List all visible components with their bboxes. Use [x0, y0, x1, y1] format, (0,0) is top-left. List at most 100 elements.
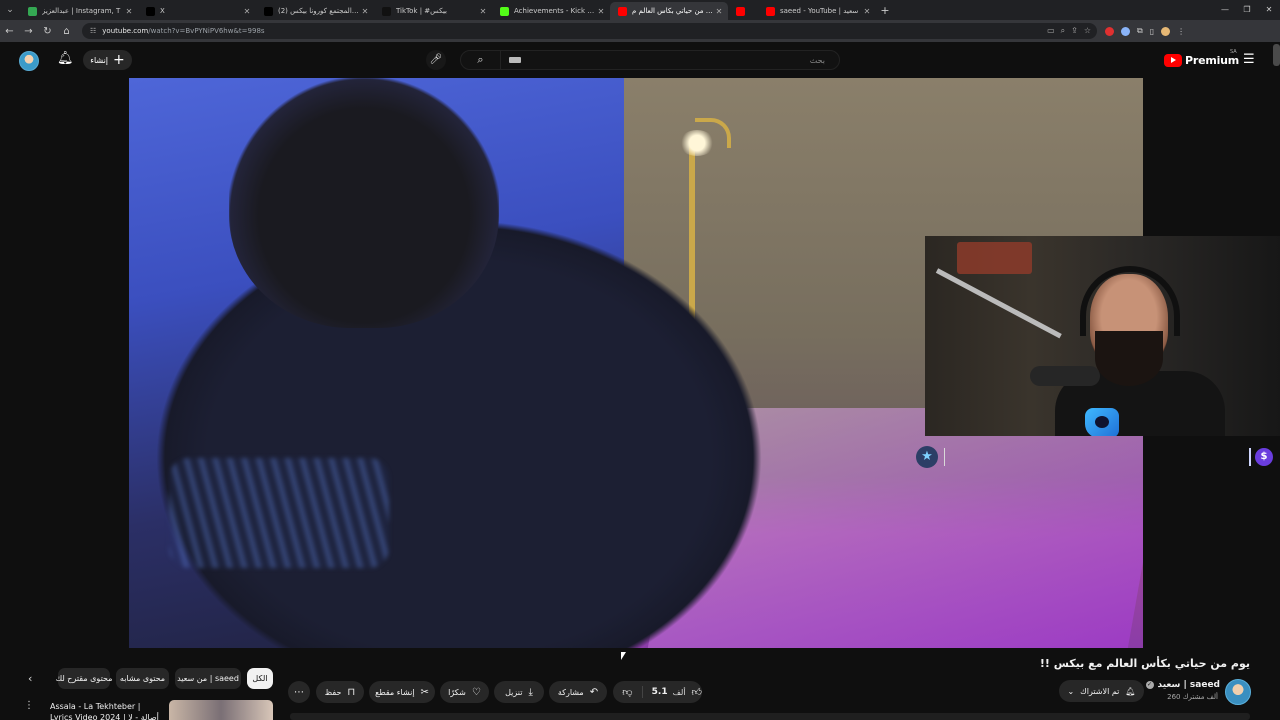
like-count-unit: ألف — [672, 687, 686, 697]
reload-icon[interactable]: ↻ — [38, 26, 57, 37]
create-button[interactable]: إنشاء + — [83, 50, 132, 70]
browser-tab[interactable] — [728, 2, 758, 20]
browser-tab-strip: ⌄ عبدالعزيز | Instagram, T ✕ X ✕ (2) المجتمع… — [0, 0, 1280, 20]
chip-similar[interactable]: محتوى مشابه — [116, 668, 169, 689]
subscribed-button[interactable]: ⌄ تم الاشتراك 🔔︎ — [1059, 680, 1144, 702]
profile-icon[interactable] — [1161, 26, 1171, 36]
minimize-icon[interactable]: — — [1214, 0, 1236, 20]
mouse-cursor-icon — [621, 652, 626, 660]
extensions-area: ⧉ ▯ ⋮ — [1105, 26, 1185, 36]
notifications-bell-icon[interactable]: 🔔︎ — [57, 51, 74, 69]
bookmark-star-icon[interactable]: ☆ — [1084, 26, 1091, 36]
browser-tab[interactable]: (2) المجتمع كورونا بيكس / X✕ — [256, 2, 374, 20]
like-count[interactable]: 5.1 — [652, 687, 668, 697]
tab-close-icon[interactable]: ✕ — [124, 7, 134, 16]
youtube-play-icon — [1164, 53, 1182, 67]
download-button[interactable]: تنزيل ⤓ — [494, 681, 544, 703]
youtube-icon — [736, 6, 745, 16]
tab-close-icon[interactable]: ✕ — [360, 7, 370, 16]
tab-label: عبدالعزيز | Instagram, T — [42, 7, 121, 15]
extension-record-icon[interactable] — [1105, 26, 1114, 36]
more-vertical-icon[interactable]: ⋮ — [24, 700, 34, 711]
youtube-masthead: 🔔︎ إنشاء + 🎤︎ ⌕ بحث Premium SA ☰ — [0, 42, 1280, 78]
tab-close-icon[interactable]: ✕ — [596, 7, 606, 16]
like-icon[interactable]: 👍︎ — [692, 686, 702, 698]
youtube-premium-logo[interactable]: Premium SA — [1164, 49, 1239, 67]
home-icon[interactable]: ⌂ — [57, 26, 76, 37]
recommendation-thumbnail[interactable] — [169, 700, 273, 720]
browser-tab[interactable]: Achievements - Kick Dashboard✕ — [492, 2, 610, 20]
chip-suggested[interactable]: محتوى مقترح لك — [56, 668, 112, 689]
x-icon — [146, 6, 155, 16]
browser-tab[interactable]: يوم من حياتي بكأس العالم م ✕ — [610, 2, 728, 20]
more-horizontal-icon: ⋯ — [294, 686, 304, 698]
page-scrollbar[interactable] — [1273, 44, 1280, 66]
extensions-puzzle-icon[interactable]: ⧉ — [1137, 26, 1143, 36]
chip-from-channel[interactable]: من سعيد | saeed — [175, 668, 241, 689]
search-icon[interactable]: ⌕ — [461, 51, 501, 69]
channel-avatar[interactable] — [1225, 679, 1251, 705]
keyboard-icon[interactable] — [509, 57, 521, 63]
save-button[interactable]: حفظ ⊓ — [316, 681, 364, 703]
tab-search-icon[interactable]: ⌄ — [0, 0, 20, 20]
address-bar[interactable]: ☷ youtube.com /watch?v=BvPYNiPV6hw&t=998… — [82, 23, 1097, 39]
tab-close-icon[interactable]: ✕ — [242, 7, 252, 16]
voice-search-mic-icon[interactable]: 🎤︎ — [426, 50, 446, 70]
thanks-label: شكرًا — [448, 687, 466, 697]
share-page-icon[interactable]: ⇪ — [1071, 26, 1078, 36]
recommendation-item[interactable]: ⋮ Assala - La Tekhteber | Lyrics Video 2… — [0, 697, 280, 720]
sidepanel-icon[interactable]: ▯ — [1150, 27, 1154, 36]
chip-all[interactable]: الكل — [247, 668, 273, 689]
search-input[interactable]: بحث — [810, 56, 825, 65]
forward-icon[interactable]: → — [19, 26, 38, 37]
site-info-icon[interactable]: ☷ — [90, 27, 96, 35]
clip-button[interactable]: إنشاء مقطع ✂ — [369, 681, 435, 703]
tip-divider — [1249, 448, 1251, 466]
url-path: /watch?v=BvPYNiPV6hw&t=998s — [148, 27, 265, 35]
cast-icon[interactable]: ▭ — [1047, 26, 1055, 36]
back-icon[interactable]: ← — [0, 26, 19, 37]
window-controls: — ❐ ✕ — [1214, 0, 1280, 20]
region-code: SA — [1230, 49, 1237, 55]
close-window-icon[interactable]: ✕ — [1258, 0, 1280, 20]
instagram-icon — [28, 6, 37, 16]
browser-tab[interactable]: X ✕ — [138, 2, 256, 20]
more-actions-button[interactable]: ⋯ — [288, 681, 310, 703]
tab-label: TikTok | #بيكس — [396, 7, 448, 15]
bell-icon: 🔔︎ — [1125, 686, 1136, 696]
youtube-icon — [618, 6, 627, 16]
zoom-icon[interactable]: ⌕ — [1061, 26, 1065, 36]
browser-menu-icon[interactable]: ⋮ — [1177, 27, 1185, 36]
chips-prev-chevron-icon[interactable]: ‹ — [28, 672, 32, 685]
tab-close-icon[interactable]: ✕ — [862, 7, 872, 16]
create-label: إنشاء — [90, 55, 109, 65]
extension-icon[interactable] — [1121, 26, 1130, 36]
url-host: youtube.com — [102, 27, 149, 35]
video-frame-lamp-light — [679, 130, 715, 156]
account-avatar[interactable] — [19, 51, 39, 71]
recommendation-title[interactable]: Assala - La Tekhteber | Lyrics Video 202… — [50, 701, 165, 720]
tab-close-icon[interactable]: ✕ — [478, 7, 488, 16]
chevron-down-icon: ⌄ — [1067, 686, 1075, 696]
share-button[interactable]: مشاركة ↶ — [549, 681, 607, 703]
tab-close-icon[interactable]: ✕ — [714, 7, 724, 16]
save-label: حفظ — [324, 687, 342, 697]
stream-alert-bar: ★ — [916, 446, 946, 468]
search-box[interactable]: ⌕ بحث — [460, 50, 840, 70]
share-arrow-icon: ↶ — [589, 686, 599, 698]
new-tab-button[interactable]: + — [876, 4, 894, 17]
browser-tab[interactable]: TikTok | #بيكس ✕ — [374, 2, 492, 20]
browser-tab[interactable]: عبدالعزيز | Instagram, T ✕ — [20, 2, 138, 20]
plus-icon: + — [113, 52, 125, 68]
channel-name[interactable]: ✓ سعيد | saeed — [1145, 680, 1220, 690]
browser-tab[interactable]: saeed - YouTube | سعيد ✕ — [758, 2, 876, 20]
maximize-icon[interactable]: ❐ — [1236, 0, 1258, 20]
thanks-button[interactable]: شكرًا ♡ — [440, 681, 489, 703]
omnibox-actions: ▭ ⌕ ⇪ ☆ — [1047, 26, 1097, 36]
channel-name-text: سعيد | saeed — [1157, 680, 1220, 690]
tab-label: (2) المجتمع كورونا بيكس / X — [278, 7, 360, 15]
guide-menu-icon[interactable]: ☰ — [1243, 53, 1257, 66]
scissors-icon: ✂ — [420, 686, 429, 698]
video-frame-head — [229, 78, 499, 328]
dislike-icon[interactable]: 👎︎ — [613, 686, 643, 698]
